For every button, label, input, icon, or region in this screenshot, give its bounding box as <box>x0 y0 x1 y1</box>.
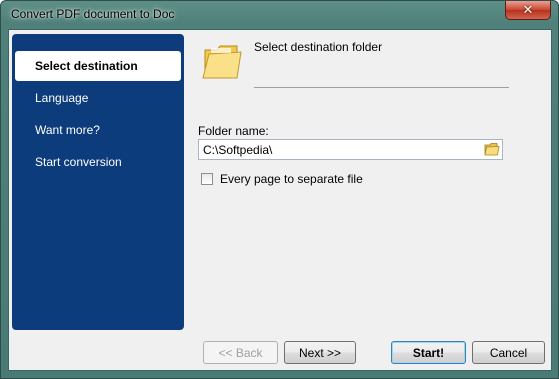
separate-pages-checkbox[interactable] <box>201 173 213 185</box>
step-want-more[interactable]: Want more? <box>12 116 184 144</box>
heading-divider <box>254 87 509 88</box>
title-bar[interactable]: Convert PDF document to Doc ✕ <box>1 1 558 29</box>
step-start-conversion[interactable]: Start conversion <box>12 148 184 176</box>
folder-icon <box>202 45 242 79</box>
separate-pages-option[interactable]: Every page to separate file <box>201 171 363 187</box>
step-language[interactable]: Language <box>12 84 184 112</box>
wizard-steps-sidebar: Select destination Language Want more? S… <box>12 34 184 330</box>
separate-pages-label: Every page to separate file <box>220 172 363 186</box>
folder-name-input[interactable] <box>201 141 480 158</box>
step-select-destination[interactable]: Select destination <box>15 51 181 81</box>
folder-name-field <box>198 139 503 160</box>
back-button[interactable]: << Back <box>203 341 278 364</box>
page-heading: Select destination folder <box>254 40 383 54</box>
cancel-button[interactable]: Cancel <box>472 341 545 364</box>
next-button[interactable]: Next >> <box>284 341 356 364</box>
app-window: Convert PDF document to Doc ✕ Select des… <box>0 0 559 379</box>
close-button[interactable]: ✕ <box>505 1 551 20</box>
start-button[interactable]: Start! <box>391 341 466 364</box>
close-icon: ✕ <box>522 2 534 18</box>
browse-folder-icon[interactable] <box>484 141 500 157</box>
folder-name-label: Folder name: <box>198 124 269 138</box>
dialog-body: Select destination Language Want more? S… <box>8 29 552 371</box>
window-title: Convert PDF document to Doc <box>11 7 175 21</box>
